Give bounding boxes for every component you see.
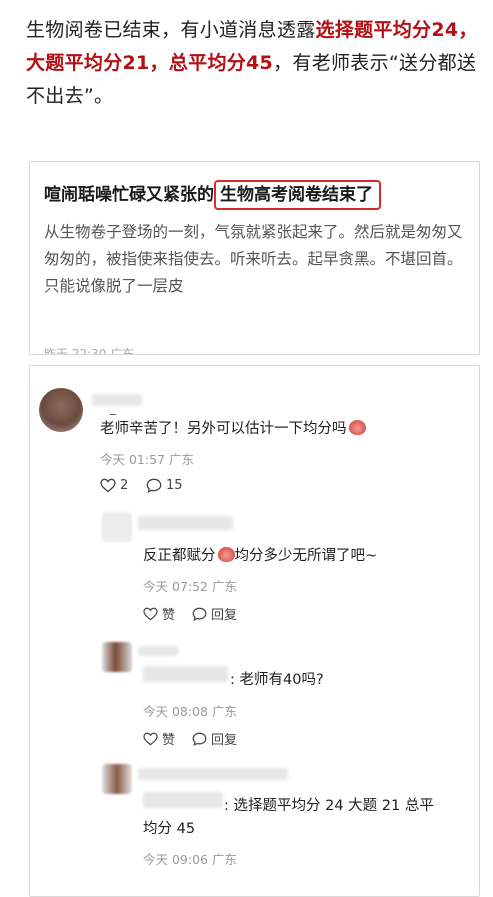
intro-paragraph: 生物阅卷已结束，有小道消息透露选择题平均分24，大题平均分21，总平均分45，有… [26, 14, 481, 113]
intro-text-1: 生物阅卷已结束，有小道消息透露 [26, 19, 316, 41]
reply-text-line1: : 选择题平均分 24 大题 21 总平 [224, 798, 434, 814]
article-title-prefix: 喧闹聒噪忙碌又紧张的 [44, 185, 214, 205]
comment-bubble-icon [192, 607, 207, 621]
reply-text-line2: 均分 45 [143, 821, 196, 837]
avatar[interactable] [102, 642, 132, 672]
like-button[interactable]: 赞 [143, 729, 175, 748]
like-label: 赞 [162, 733, 176, 748]
like-count: 2 [120, 478, 129, 493]
comments-card: _ 老师辛苦了！另外可以估计一下均分吗 今天 01:57 广东 2 15 反正都… [29, 365, 480, 897]
emoji-icon [348, 420, 366, 435]
comment-meta: 今天 01:57 广东 [100, 452, 194, 467]
article-card: 喧闹聒噪忙碌又紧张的 生物高考阅卷结束了 从生物卷子登场的一刻，气氛就紧张起来了。… [29, 161, 480, 355]
reply-label: 回复 [211, 608, 238, 623]
like-button[interactable]: 赞 [143, 604, 175, 623]
reply-meta: 今天 07:52 广东 [143, 579, 237, 594]
reply-label: 回复 [211, 733, 238, 748]
blurred-username [92, 394, 142, 406]
reply-count-button[interactable]: 15 [146, 478, 183, 493]
reply-meta: 今天 08:08 广东 [143, 704, 237, 719]
blurred-username [138, 646, 178, 656]
reply-count: 15 [166, 478, 183, 493]
heart-icon [100, 478, 116, 493]
username-fragment: _ [110, 400, 117, 415]
reply-meta: 今天 09:06 广东 [143, 852, 237, 867]
reply-text: 反正都赋分 均分多少无所谓了吧~ [143, 547, 378, 564]
comment-text: 老师辛苦了！另外可以估计一下均分吗 [100, 417, 366, 438]
blurred-mention [143, 666, 228, 682]
blurred-username [138, 768, 288, 780]
reply-button[interactable]: 回复 [192, 604, 237, 623]
heart-icon [143, 607, 158, 620]
avatar[interactable] [39, 388, 83, 432]
heart-icon [143, 732, 158, 745]
article-title: 喧闹聒噪忙碌又紧张的 生物高考阅卷结束了 [44, 180, 381, 210]
comment-bubble-icon [192, 732, 207, 746]
blurred-mention [143, 792, 223, 808]
reply-button[interactable]: 回复 [192, 729, 237, 748]
avatar[interactable] [102, 764, 132, 794]
article-meta: 昨天 22:30 广东 [44, 347, 135, 355]
article-title-highlight: 生物高考阅卷结束了 [214, 180, 381, 210]
reply-text: : 老师有40吗? [230, 672, 324, 688]
comment-bubble-icon [146, 478, 162, 493]
blurred-username [138, 516, 233, 530]
like-label: 赞 [162, 608, 176, 623]
like-button[interactable]: 2 [100, 478, 128, 493]
article-body: 从生物卷子登场的一刻，气氛就紧张起来了。然后就是匆匆又匆匆的，被指使来指使去。听… [44, 223, 463, 295]
avatar[interactable] [102, 512, 132, 542]
emoji-icon [217, 547, 235, 562]
